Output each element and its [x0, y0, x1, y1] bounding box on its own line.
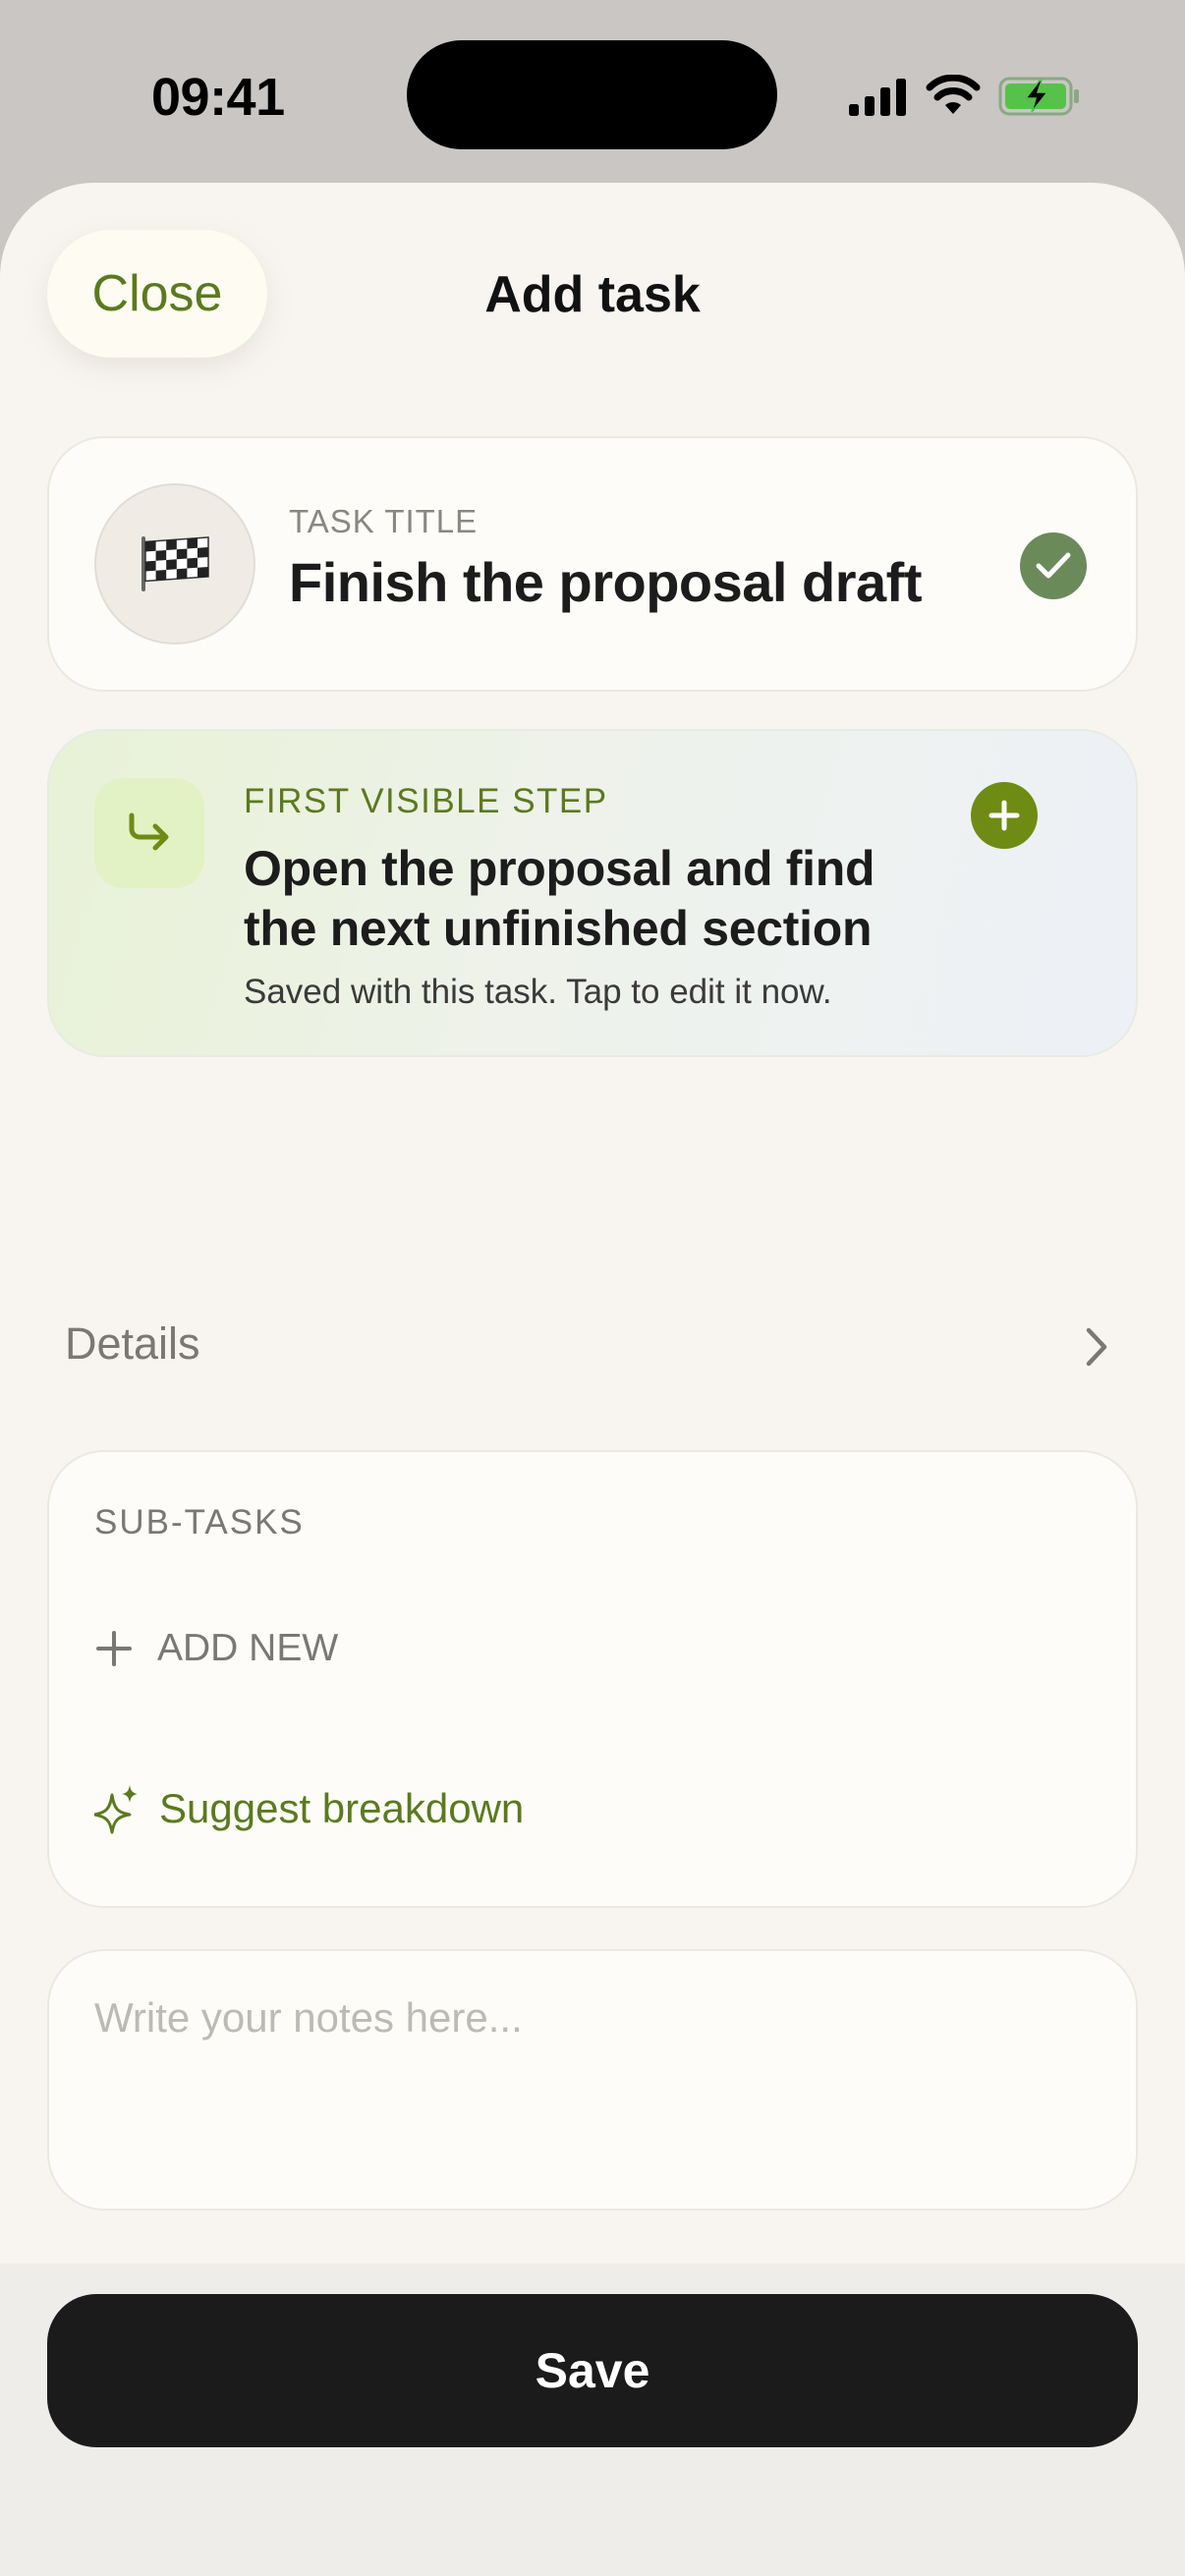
task-emoji-button[interactable]	[94, 483, 255, 644]
plus-icon	[988, 800, 1020, 831]
status-bar: 09:41	[0, 0, 1185, 187]
save-button[interactable]: Save	[47, 2294, 1138, 2447]
checkmark-icon	[1036, 552, 1071, 579]
add-task-sheet: Close Add task TASK TITLE Finish the pro…	[0, 183, 1185, 2576]
suggest-breakdown-label: Suggest breakdown	[159, 1785, 525, 1831]
chevron-right-icon	[1086, 1327, 1107, 1367]
battery-charging-icon	[998, 77, 1079, 116]
wifi-icon	[926, 75, 981, 114]
add-subtask-button[interactable]: ADD NEW	[94, 1619, 338, 1678]
details-label: Details	[65, 1318, 200, 1369]
subtasks-card: SUB-TASKS ADD NEW Suggest breakdown	[47, 1450, 1138, 1908]
suggest-breakdown-button[interactable]: Suggest breakdown	[94, 1776, 524, 1841]
details-row[interactable]: Details	[47, 1303, 1138, 1393]
first-step-text[interactable]: Open the proposal and find the next unfi…	[244, 839, 951, 959]
title-confirmed-badge	[1020, 532, 1087, 599]
notes-input[interactable]	[94, 1994, 1087, 2171]
sparkles-icon	[94, 1785, 138, 1834]
checkered-flag-icon	[141, 536, 209, 591]
status-time: 09:41	[151, 68, 285, 127]
notes-card	[47, 1949, 1138, 2211]
first-step-label: FIRST VISIBLE STEP	[244, 782, 608, 820]
arrow-turn-down-right-icon	[129, 812, 169, 851]
subtasks-label: SUB-TASKS	[94, 1503, 305, 1541]
first-step-subtitle: Saved with this task. Tap to edit it now…	[244, 973, 832, 1011]
first-step-icon-box	[94, 778, 204, 888]
plus-icon	[96, 1631, 132, 1666]
cellular-signal-icon	[849, 79, 906, 116]
page-title: Add task	[484, 266, 701, 323]
add-subtask-label: ADD NEW	[157, 1627, 339, 1669]
dynamic-island	[407, 40, 777, 149]
task-title-card[interactable]: TASK TITLE Finish the proposal draft	[47, 436, 1138, 692]
first-step-add-button[interactable]	[971, 782, 1038, 849]
task-title-field[interactable]: Finish the proposal draft	[289, 550, 922, 614]
first-step-card[interactable]: FIRST VISIBLE STEP Open the proposal and…	[47, 729, 1138, 1057]
task-title-label: TASK TITLE	[289, 503, 479, 539]
screen: 09:41 Close Add task TASK TITLE Finish t…	[0, 0, 1185, 2576]
